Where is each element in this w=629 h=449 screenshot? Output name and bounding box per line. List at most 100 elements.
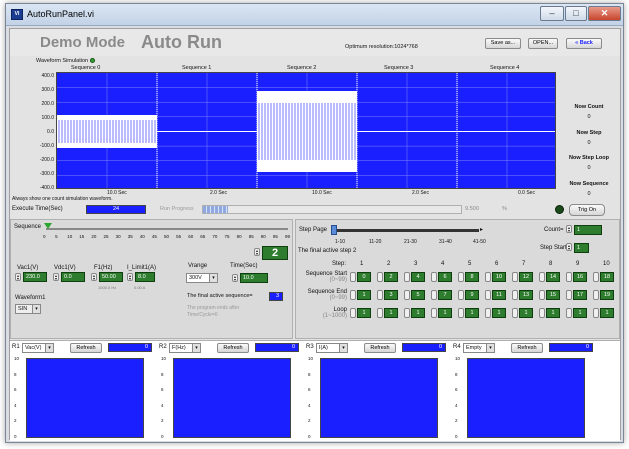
seq-start-cell[interactable]: 6 (438, 272, 452, 282)
seq-start-stepper[interactable] (512, 272, 518, 282)
loop-stepper[interactable] (404, 308, 410, 318)
step-page-thumb[interactable] (331, 225, 337, 235)
sequence-select-value[interactable]: 2 (262, 246, 288, 260)
seq-end-stepper[interactable] (512, 290, 518, 300)
seq-end-stepper[interactable] (566, 290, 572, 300)
seq-start-stepper[interactable] (485, 272, 491, 282)
save-as-button[interactable]: Save as... (485, 38, 521, 49)
seq-end-cell[interactable]: 9 (465, 290, 479, 300)
trig-on-button[interactable]: Trig On (569, 204, 605, 216)
count-stepper[interactable]: ▴ ▾ (566, 225, 572, 233)
loop-cell[interactable]: 1 (465, 308, 479, 318)
back-button[interactable]: « Back (566, 38, 602, 49)
refresh-button[interactable]: Refresh (70, 343, 102, 353)
seq-end-stepper[interactable] (377, 290, 383, 300)
seq-end-stepper[interactable] (431, 290, 437, 300)
seq-start-stepper[interactable] (350, 272, 356, 282)
seq-start-cell[interactable]: 18 (600, 272, 614, 282)
loop-cell[interactable]: 1 (600, 308, 614, 318)
seq-start-cell[interactable]: 12 (519, 272, 533, 282)
sequence-slider-track[interactable] (46, 228, 288, 230)
step-page-slider[interactable] (334, 229, 479, 232)
loop-stepper[interactable] (350, 308, 356, 318)
seq-end-cell[interactable]: 13 (519, 290, 533, 300)
time-input[interactable]: 10.0 (240, 273, 268, 283)
seq-end-stepper[interactable] (485, 290, 491, 300)
loop-cell[interactable]: 1 (546, 308, 560, 318)
readout-select[interactable]: F(Hz) ▾ (169, 343, 201, 353)
minimize-button[interactable]: – (540, 6, 564, 21)
seq-start-cell[interactable]: 10 (492, 272, 506, 282)
readout-select[interactable]: I(A) ▾ (316, 343, 348, 353)
count-input[interactable]: 1 (574, 225, 602, 235)
seq-end-cell[interactable]: 7 (438, 290, 452, 300)
step-start-label: Step Start (540, 245, 567, 251)
loop-cell[interactable]: 1 (438, 308, 452, 318)
readout-select[interactable]: Empty ▾ (463, 343, 495, 353)
seq-start-cell[interactable]: 2 (384, 272, 398, 282)
seq-start-cell[interactable]: 14 (546, 272, 560, 282)
sequence-slider-thumb[interactable] (44, 223, 52, 229)
waveform-select[interactable]: SIN ▾ (15, 304, 41, 314)
seq-start-cell[interactable]: 4 (411, 272, 425, 282)
open-button[interactable]: OPEN... (528, 38, 558, 49)
loop-stepper[interactable] (566, 308, 572, 318)
loop-cell[interactable]: 1 (384, 308, 398, 318)
seq-end-stepper[interactable] (593, 290, 599, 300)
loop-cell[interactable]: 1 (357, 308, 371, 318)
close-button[interactable]: ✕ (588, 6, 621, 21)
seq-start-stepper[interactable] (539, 272, 545, 282)
loop-stepper[interactable] (485, 308, 491, 318)
loop-stepper[interactable] (512, 308, 518, 318)
step-number: 8 (549, 261, 553, 267)
seq-end-stepper[interactable] (458, 290, 464, 300)
loop-cell[interactable]: 1 (573, 308, 587, 318)
loop-stepper[interactable] (458, 308, 464, 318)
seq-end-cell[interactable]: 17 (573, 290, 587, 300)
loop-stepper[interactable] (539, 308, 545, 318)
ilimit-stepper[interactable]: ▴ ▾ (127, 273, 133, 281)
refresh-button[interactable]: Refresh (511, 343, 543, 353)
loop-stepper[interactable] (377, 308, 383, 318)
vdc-input[interactable]: 0.0 (61, 272, 85, 282)
seq-start-cell[interactable]: 0 (357, 272, 371, 282)
step-start-stepper[interactable]: ▴ ▾ (566, 243, 572, 251)
refresh-button[interactable]: Refresh (217, 343, 249, 353)
time-stepper[interactable]: ▴ ▾ (232, 274, 238, 282)
sequence-select-stepper[interactable]: ▴ ▾ (254, 248, 260, 256)
vac-input[interactable]: 230.0 (23, 272, 47, 282)
seq-end-cell[interactable]: 15 (546, 290, 560, 300)
seq-start-cell[interactable]: 8 (465, 272, 479, 282)
refresh-button[interactable]: Refresh (364, 343, 396, 353)
seq-end-stepper[interactable] (404, 290, 410, 300)
seq-start-stepper[interactable] (404, 272, 410, 282)
vrange-select[interactable]: 300V ▾ (186, 273, 218, 283)
loop-cell[interactable]: 1 (492, 308, 506, 318)
seq-start-stepper[interactable] (431, 272, 437, 282)
maximize-button[interactable]: □ (565, 6, 587, 21)
seq-start-stepper[interactable] (566, 272, 572, 282)
loop-cell[interactable]: 1 (519, 308, 533, 318)
loop-cell[interactable]: 1 (411, 308, 425, 318)
vac-stepper[interactable]: ▴ ▾ (15, 273, 21, 281)
frequency-input[interactable]: 50.00 (99, 272, 123, 282)
seq-start-stepper[interactable] (593, 272, 599, 282)
readout-select[interactable]: Vac(V) ▾ (22, 343, 54, 353)
seq-start-cell[interactable]: 16 (573, 272, 587, 282)
loop-stepper[interactable] (431, 308, 437, 318)
readout-plot (320, 358, 438, 438)
vdc-stepper[interactable]: ▴ ▾ (53, 273, 59, 281)
seq-end-stepper[interactable] (539, 290, 545, 300)
seq-end-cell[interactable]: 5 (411, 290, 425, 300)
seq-end-cell[interactable]: 11 (492, 290, 506, 300)
seq-start-stepper[interactable] (458, 272, 464, 282)
seq-end-cell[interactable]: 1 (357, 290, 371, 300)
step-start-input[interactable]: 1 (574, 243, 589, 253)
seq-end-stepper[interactable] (350, 290, 356, 300)
loop-stepper[interactable] (593, 308, 599, 318)
seq-end-cell[interactable]: 19 (600, 290, 614, 300)
seq-end-cell[interactable]: 3 (384, 290, 398, 300)
frequency-stepper[interactable]: ▴ ▾ (91, 273, 97, 281)
ilimit-input[interactable]: 8.0 (135, 272, 155, 282)
seq-start-stepper[interactable] (377, 272, 383, 282)
